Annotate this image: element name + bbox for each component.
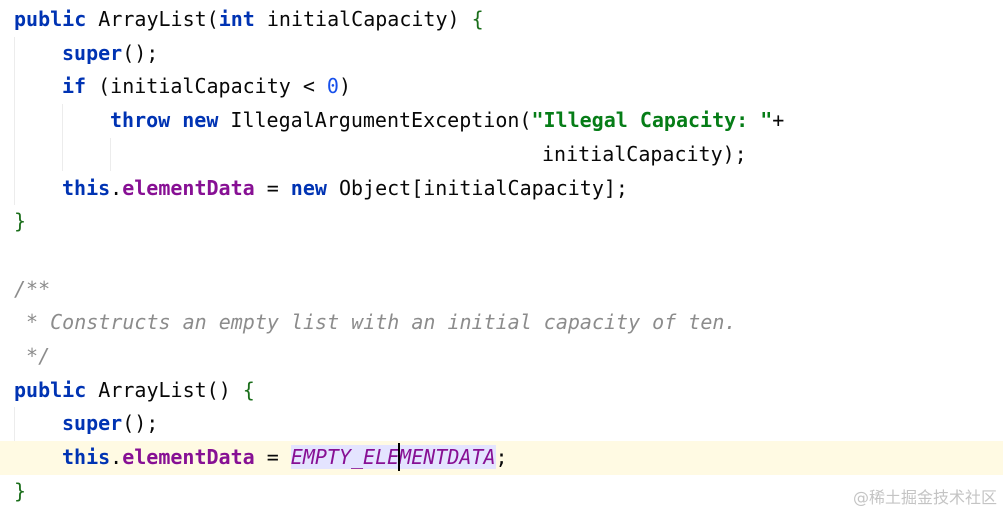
code-token: public bbox=[14, 377, 87, 402]
code-token: ArrayList() bbox=[86, 377, 243, 402]
code-text: } bbox=[14, 475, 26, 509]
code-token: ; bbox=[495, 445, 508, 470]
code-text: initialCapacity); bbox=[542, 138, 747, 172]
code-text: */ bbox=[14, 340, 50, 374]
code-token: this bbox=[62, 175, 111, 200]
code-token: initialCapacity); bbox=[542, 141, 747, 166]
code-line-current[interactable]: this.elementData = EMPTY_ELEMENTDATA; bbox=[0, 441, 1003, 475]
code-line[interactable]: super(); bbox=[0, 407, 1003, 441]
code-line[interactable]: super(); bbox=[0, 37, 1003, 71]
code-token: initialCapacity) bbox=[254, 7, 472, 31]
code-token: public bbox=[14, 7, 87, 31]
code-token: elementData bbox=[122, 445, 255, 470]
code-token: . bbox=[110, 175, 123, 200]
code-token: IllegalArgumentException( bbox=[218, 108, 532, 133]
code-line[interactable]: /** bbox=[0, 273, 1003, 307]
code-token: ArrayList( bbox=[86, 7, 219, 31]
code-line[interactable]: if (initialCapacity < 0) bbox=[0, 70, 1003, 104]
code-line[interactable]: } bbox=[0, 205, 1003, 239]
code-token: { bbox=[242, 377, 255, 402]
code-token: this bbox=[62, 445, 111, 470]
code-token: * Constructs an empty list with an initi… bbox=[14, 310, 737, 335]
code-token: if bbox=[62, 74, 87, 99]
code-token: . bbox=[110, 445, 123, 470]
code-token: int bbox=[218, 7, 255, 31]
code-token: "Illegal Capacity: " bbox=[531, 108, 773, 133]
code-line[interactable]: public ArrayList(int initialCapacity) { bbox=[0, 3, 1003, 37]
code-token: ) bbox=[338, 74, 352, 99]
code-token: super bbox=[62, 411, 123, 436]
code-line[interactable]: throw new IllegalArgumentException("Ille… bbox=[0, 104, 1003, 138]
code-text: this.elementData = EMPTY_ELEMENTDATA; bbox=[62, 441, 508, 475]
code-token: = bbox=[254, 445, 291, 470]
code-token: throw bbox=[110, 108, 171, 133]
watermark: @稀土掘金技术社区 bbox=[852, 488, 997, 507]
code-line[interactable]: * Constructs an empty list with an initi… bbox=[0, 306, 1003, 340]
code-text: super(); bbox=[62, 407, 158, 441]
code-text: super(); bbox=[62, 37, 158, 71]
code-text: /** bbox=[14, 273, 50, 307]
text-caret bbox=[398, 442, 401, 471]
code-token: (); bbox=[122, 411, 159, 436]
code-token: 0 bbox=[326, 74, 339, 99]
code-text: this.elementData = new Object[initialCap… bbox=[62, 172, 628, 206]
code-token: new bbox=[290, 175, 327, 200]
code-token: (initialCapacity < bbox=[86, 74, 327, 99]
code-editor[interactable]: public ArrayList(int initialCapacity) {s… bbox=[0, 3, 1003, 514]
code-token: elementData bbox=[122, 175, 255, 200]
code-text: public ArrayList(int initialCapacity) { bbox=[14, 3, 484, 37]
code-token: { bbox=[471, 7, 484, 31]
code-line[interactable]: */ bbox=[0, 340, 1003, 374]
code-line[interactable]: initialCapacity); bbox=[0, 138, 1003, 172]
code-token: */ bbox=[14, 344, 51, 368]
code-token: super bbox=[62, 40, 123, 65]
code-token: + bbox=[772, 108, 785, 133]
code-text: } bbox=[14, 205, 26, 239]
code-token: EMPTY_ELE bbox=[290, 445, 400, 470]
code-token: = bbox=[254, 175, 291, 200]
code-token: new bbox=[182, 108, 219, 133]
code-text: if (initialCapacity < 0) bbox=[62, 70, 351, 104]
code-token: (); bbox=[122, 40, 159, 65]
code-token: MENTDATA bbox=[399, 445, 496, 470]
code-token: Object[initialCapacity]; bbox=[326, 175, 628, 200]
code-token: } bbox=[14, 209, 27, 234]
code-text: throw new IllegalArgumentException("Ille… bbox=[110, 104, 784, 138]
code-token: /** bbox=[14, 276, 51, 301]
code-line[interactable]: public ArrayList() { bbox=[0, 374, 1003, 408]
code-text: * Constructs an empty list with an initi… bbox=[14, 306, 736, 340]
code-line[interactable] bbox=[0, 239, 1003, 273]
code-token: } bbox=[14, 478, 27, 503]
code-text: public ArrayList() { bbox=[14, 374, 255, 408]
code-line[interactable]: this.elementData = new Object[initialCap… bbox=[0, 172, 1003, 206]
